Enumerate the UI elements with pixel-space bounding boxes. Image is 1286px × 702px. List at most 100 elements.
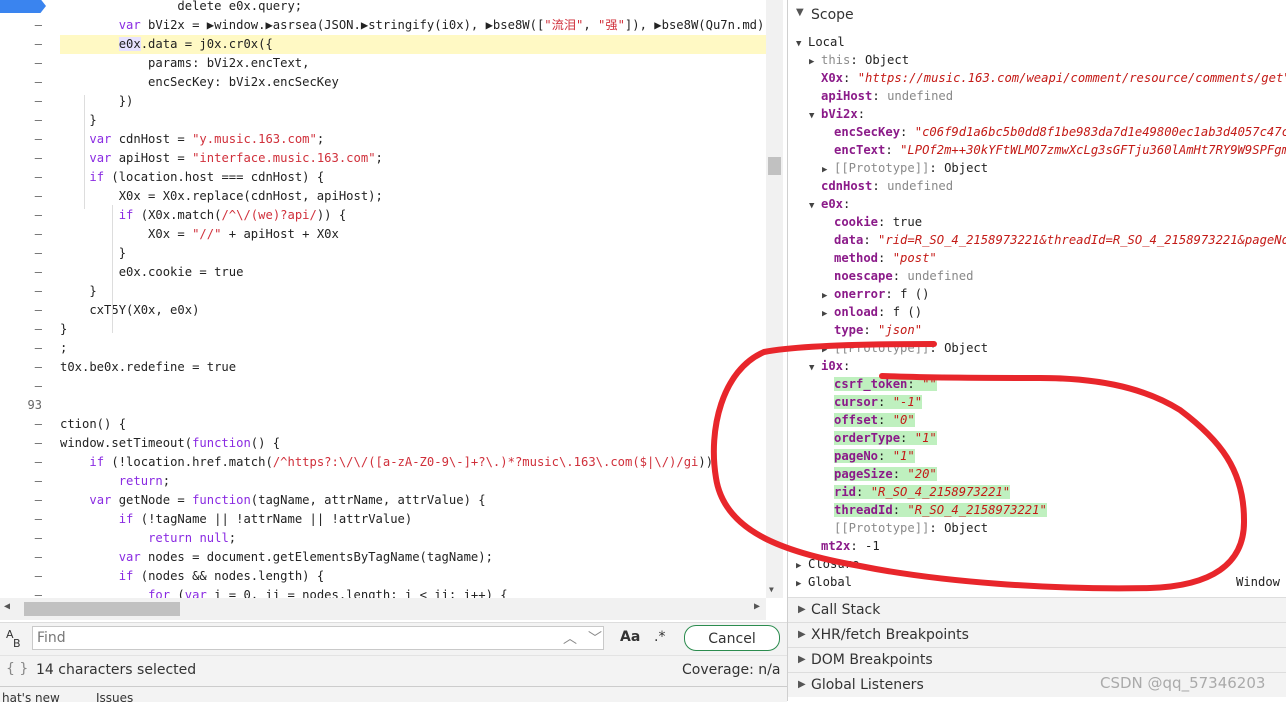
gutter-line[interactable]: – — [0, 73, 52, 92]
code-line[interactable]: var apiHost = "interface.music.163.com"; — [60, 149, 383, 168]
scope-variable-row[interactable]: ▼ Local — [796, 33, 845, 51]
code-line[interactable]: ; — [60, 339, 67, 358]
gutter-line[interactable]: – — [0, 244, 52, 263]
gutter-line[interactable]: – — [0, 149, 52, 168]
code-line[interactable]: e0x.cookie = true — [60, 263, 244, 282]
cancel-button[interactable]: Cancel — [684, 625, 780, 651]
code-line[interactable]: } — [60, 320, 67, 339]
gutter-line[interactable] — [0, 0, 52, 16]
code-editor[interactable]: – – – – – – – – – – – – – – – – – – – –93– – – – – – – – – – delete … — [0, 0, 787, 622]
scope-variable-row[interactable]: orderType: "1" — [834, 429, 937, 447]
gutter-line[interactable]: – — [0, 187, 52, 206]
expand-arrow-icon[interactable]: ▶ — [798, 648, 806, 672]
gutter-line[interactable]: – — [0, 92, 52, 111]
code-line[interactable]: if (location.host === cdnHost) { — [60, 168, 324, 187]
gutter-line[interactable]: – — [0, 548, 52, 567]
scope-variable-row[interactable]: data: "rid=R_SO_4_2158973221&threadId=R_… — [834, 231, 1286, 249]
gutter-line[interactable]: – — [0, 225, 52, 244]
gutter-line[interactable]: – — [0, 263, 52, 282]
scroll-down-arrow-icon[interactable]: ▼ — [769, 585, 774, 594]
horizontal-scrollbar[interactable]: ◀ ▶ — [0, 598, 766, 620]
gutter-line[interactable]: – — [0, 130, 52, 149]
expand-arrow-icon[interactable]: ▶ — [796, 575, 808, 593]
scope-variable-row[interactable]: ▼ e0x: — [809, 195, 858, 213]
code-line[interactable]: if (!location.href.match(/^https?:\/\/([… — [60, 453, 713, 472]
pretty-print-icon[interactable]: { } — [6, 661, 28, 677]
gutter-line[interactable]: – — [0, 111, 52, 130]
scope-variable-row[interactable]: ▶ [[Prototype]]: Object — [822, 339, 988, 357]
scope-variable-row[interactable]: pageNo: "1" — [834, 447, 915, 465]
regex-button[interactable]: .* — [654, 629, 665, 645]
gutter-line[interactable]: – — [0, 339, 52, 358]
breakpoint-marker-icon[interactable] — [0, 0, 46, 13]
scope-variable-row[interactable]: rid: "R_SO_4_2158973221" — [834, 483, 1011, 501]
vertical-scrollbar[interactable]: ▼ — [766, 0, 783, 598]
expand-arrow-icon[interactable]: ▶ — [798, 623, 806, 647]
scope-variable-row[interactable]: csrf_token: "" — [834, 375, 937, 393]
tab-whats-new[interactable]: hat's new — [2, 691, 60, 702]
scope-variable-row[interactable]: encText: "LPOf2m++30kYFtWLMO7zmwXcLg3sGF… — [834, 141, 1286, 159]
code-line[interactable]: return; — [60, 472, 170, 491]
gutter-line[interactable]: – — [0, 567, 52, 586]
code-line[interactable]: ction() { — [60, 415, 126, 434]
scrollbar-thumb[interactable] — [24, 602, 180, 616]
gutter-line[interactable]: – — [0, 377, 52, 396]
scope-variable-row[interactable]: ▶ onload: f () — [822, 303, 922, 321]
scroll-left-arrow-icon[interactable]: ◀ — [4, 601, 10, 612]
scope-variable-row[interactable]: [[Prototype]]: Object — [822, 519, 988, 537]
gutter-line[interactable]: – — [0, 434, 52, 453]
scope-variable-row[interactable]: method: "post" — [834, 249, 937, 267]
gutter-line[interactable]: – — [0, 54, 52, 73]
gutter-line[interactable]: – — [0, 206, 52, 225]
expand-arrow-icon[interactable]: ▶ — [809, 53, 821, 71]
scope-variable-row[interactable]: pageSize: "20" — [834, 465, 937, 483]
code-line[interactable]: cxT5Y(X0x, e0x) — [60, 301, 199, 320]
code-line[interactable]: var getNode = function(tagName, attrName… — [60, 491, 485, 510]
gutter-line[interactable]: – — [0, 168, 52, 187]
code-area[interactable]: delete e0x.query; var bVi2x = ▶window.▶a… — [60, 0, 772, 602]
scope-variable-row[interactable]: type: "json" — [834, 321, 922, 339]
section-call-stack[interactable]: ▶ Call Stack — [788, 597, 1286, 622]
scope-variable-row[interactable]: cdnHost: undefined — [821, 177, 953, 195]
code-line[interactable]: params: bVi2x.encText, — [60, 54, 309, 73]
scope-variable-row[interactable]: threadId: "R_SO_4_2158973221" — [834, 501, 1047, 519]
scroll-right-arrow-icon[interactable]: ▶ — [754, 601, 760, 612]
line-number-gutter[interactable]: – – – – – – – – – – – – – – – – – – – –93– – – – – – – – – – — [0, 0, 52, 602]
collapse-arrow-icon[interactable]: ▼ — [809, 197, 821, 215]
current-execution-line[interactable]: e0x.data = j0x.cr0x({ — [60, 35, 766, 54]
expand-arrow-icon[interactable]: ▶ — [798, 673, 806, 697]
gutter-line[interactable]: – — [0, 16, 52, 35]
code-line[interactable]: }) — [60, 92, 134, 111]
collapse-arrow-icon[interactable]: ▼ — [809, 359, 821, 377]
gutter-line[interactable]: – — [0, 415, 52, 434]
code-line[interactable]: X0x = X0x.replace(cdnHost, apiHost); — [60, 187, 383, 206]
expand-arrow-icon[interactable]: ▼ — [796, 7, 804, 18]
scope-variable-row[interactable]: offset: "0" — [834, 411, 915, 429]
scope-variable-row[interactable]: ▶ Global Window — [796, 573, 1280, 593]
gutter-line[interactable]: – — [0, 472, 52, 491]
scope-variable-row[interactable]: cursor: "-1" — [834, 393, 923, 411]
code-line[interactable]: if (X0x.match(/^\/(we)?api/)) { — [60, 206, 347, 225]
expand-arrow-icon[interactable]: ▶ — [798, 598, 806, 622]
gutter-line[interactable]: 93 — [0, 396, 52, 415]
find-next-icon[interactable]: ﹀ — [588, 628, 602, 648]
scope-variable-row[interactable]: cookie: true — [834, 213, 922, 231]
scope-variable-row[interactable]: ▶ Closure — [796, 555, 859, 573]
scope-variable-row[interactable]: ▶ [[Prototype]]: Object — [822, 159, 988, 177]
scope-variable-row[interactable]: apiHost: undefined — [821, 87, 953, 105]
scope-variable-row[interactable]: ▶ this: Object — [809, 51, 909, 69]
gutter-line[interactable]: – — [0, 301, 52, 320]
gutter-line[interactable]: – — [0, 320, 52, 339]
gutter-line[interactable]: – — [0, 529, 52, 548]
code-line[interactable]: X0x = "//" + apiHost + X0x — [60, 225, 339, 244]
gutter-line[interactable]: – — [0, 35, 52, 54]
collapse-arrow-icon[interactable]: ▼ — [809, 107, 821, 125]
code-line[interactable]: delete e0x.query; — [60, 0, 302, 16]
replace-toggle-icon[interactable]: A B — [6, 629, 21, 649]
scope-variable-row[interactable]: ▼ i0x: — [809, 357, 858, 375]
code-line[interactable]: } — [60, 244, 126, 263]
scope-variable-row[interactable]: ▶ onerror: f () — [822, 285, 929, 303]
scrollbar-thumb[interactable] — [768, 157, 781, 175]
scope-variable-row[interactable]: noescape: undefined — [834, 267, 973, 285]
find-previous-icon[interactable]: ︿ — [563, 628, 577, 648]
